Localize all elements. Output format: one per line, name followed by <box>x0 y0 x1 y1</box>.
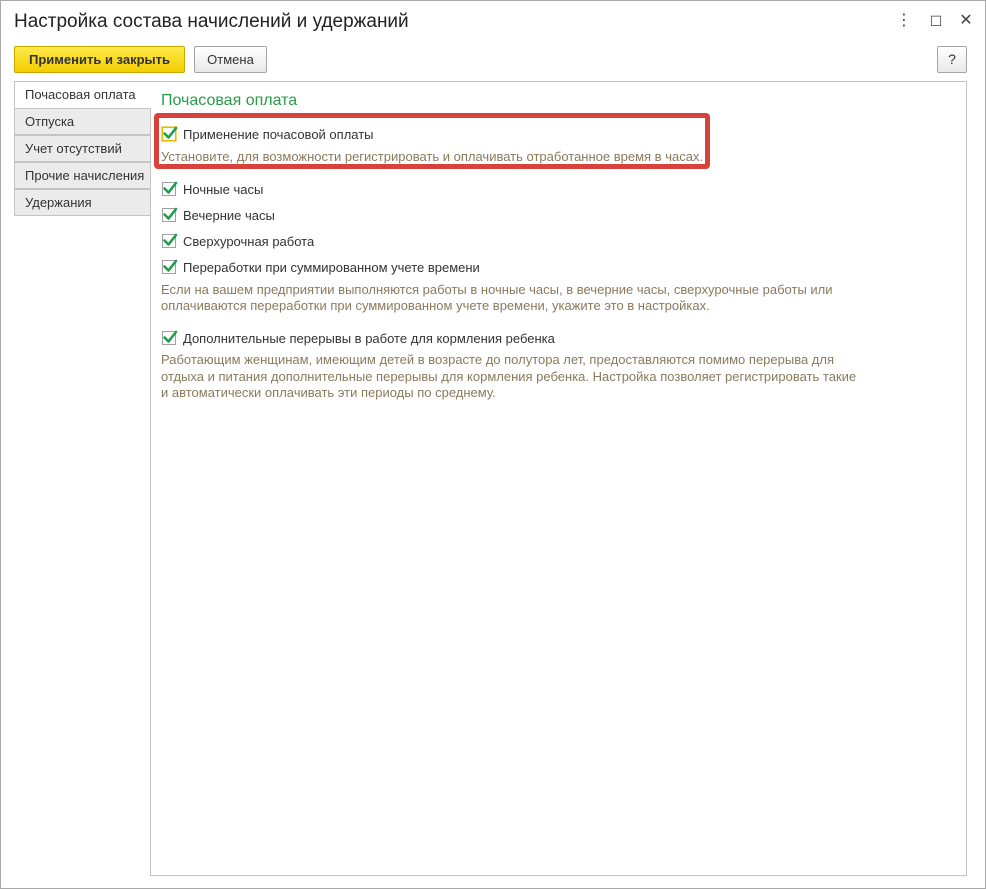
feeding-hint-line: и автоматически оплачивать эти периоды п… <box>161 385 496 400</box>
more-menu-icon[interactable]: ⋮ <box>893 10 915 32</box>
maximize-icon[interactable]: ☐ <box>925 10 947 32</box>
summarized-overtime-checkbox[interactable] <box>162 259 178 274</box>
overtime-checkbox[interactable] <box>162 233 178 248</box>
tab-other-accruals[interactable]: Прочие начисления <box>14 162 151 189</box>
close-icon[interactable]: ✕ <box>955 10 977 32</box>
hourly-pay-label: Применение почасовой оплаты <box>183 126 374 142</box>
summarized-overtime-label: Переработки при суммированном учете врем… <box>183 259 480 275</box>
hourly-pay-option[interactable]: Применение почасовой оплаты <box>161 125 374 143</box>
night-hours-label: Ночные часы <box>183 181 264 197</box>
feeding-breaks-label: Дополнительные перерывы в работе для кор… <box>183 330 555 346</box>
checkmark-icon <box>163 126 178 139</box>
checkmark-icon <box>163 233 178 246</box>
evening-hours-checkbox[interactable] <box>162 207 178 222</box>
tab-absence-accounting[interactable]: Учет отсутствий <box>14 135 151 162</box>
feeding-breaks-option[interactable]: Дополнительные перерывы в работе для кор… <box>162 329 555 347</box>
feeding-hint-line: отдыха и питания дополнительные перерывы… <box>161 369 857 384</box>
apply-and-close-button[interactable]: Применить и закрыть <box>14 46 185 73</box>
overtime-label: Сверхурочная работа <box>183 233 315 249</box>
checkmark-icon <box>163 259 178 272</box>
window-title: Настройка состава начислений и удержаний <box>14 11 409 32</box>
night-hours-option[interactable]: Ночные часы <box>162 180 263 198</box>
evening-hours-label: Вечерние часы <box>183 207 275 223</box>
help-button[interactable]: ? <box>937 46 967 73</box>
tab-hourly-pay[interactable]: Почасовая оплата <box>14 81 151 109</box>
section-title: Почасовая оплата <box>161 92 298 109</box>
night-hours-checkbox[interactable] <box>162 181 178 196</box>
feeding-hint-line: Работающим женщинам, имеющим детей в воз… <box>161 352 835 367</box>
feeding-breaks-checkbox[interactable] <box>162 330 178 345</box>
summarized-overtime-option[interactable]: Переработки при суммированном учете врем… <box>162 258 480 276</box>
tab-deductions[interactable]: Удержания <box>14 189 151 216</box>
hourly-pay-hint: Установите, для возможности регистрирова… <box>161 149 704 164</box>
cancel-button[interactable]: Отмена <box>194 46 267 73</box>
checkmark-icon <box>163 207 178 220</box>
options-hint-line: оплачиваются переработки при суммированн… <box>161 298 710 313</box>
overtime-option[interactable]: Сверхурочная работа <box>162 232 314 250</box>
settings-window: Настройка состава начислений и удержаний… <box>0 0 986 889</box>
hourly-pay-checkbox[interactable] <box>161 126 178 142</box>
evening-hours-option[interactable]: Вечерние часы <box>162 206 275 224</box>
checkmark-icon <box>163 330 178 343</box>
options-hint-line: Если на вашем предприятии выполняются ра… <box>161 282 833 297</box>
tab-vacations[interactable]: Отпуска <box>14 108 151 135</box>
checkmark-icon <box>163 181 178 194</box>
tab-content-panel <box>150 81 967 876</box>
